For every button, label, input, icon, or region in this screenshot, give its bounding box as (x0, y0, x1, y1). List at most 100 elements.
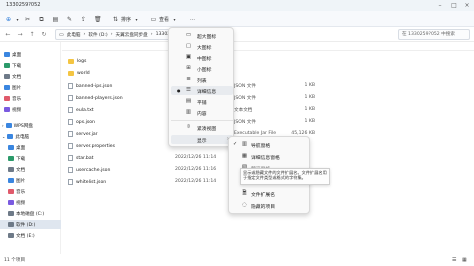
sidebar-item-documents[interactable]: 文档 (4, 72, 65, 81)
drive-icon (8, 233, 14, 238)
navigation-pane-icon: ▥ (241, 141, 248, 147)
up-icon[interactable]: ↑ (28, 31, 36, 39)
list-item[interactable]: eula.txt 文本文档 1 KB (62, 105, 474, 115)
title-bar: 1330259?052 – □ × (0, 0, 474, 11)
sidebar-item-videos-pc[interactable]: 视频 (8, 198, 69, 207)
share-button[interactable]: ⇪ (80, 14, 87, 24)
list-item[interactable]: banned-players.json JSON 文件 1 KB (62, 93, 474, 103)
cloud-icon (5, 123, 12, 128)
sidebar-item-videos[interactable]: 视频 (4, 105, 65, 114)
refresh-icon[interactable]: ↻ (40, 31, 48, 39)
cut-button[interactable]: ✂ (24, 14, 31, 24)
menu-item-list[interactable]: ≡ 列表 (171, 75, 233, 84)
sidebar-item-desktop-pc[interactable]: 桌面 (8, 143, 69, 152)
menu-item-content[interactable]: ▥ 内容 (171, 108, 233, 117)
menu-item-extra-large-icons[interactable]: ▭ 超大图标 (171, 31, 233, 40)
folder-icon (68, 59, 74, 64)
copy-button[interactable]: ⧉ (38, 14, 45, 24)
file-name: eula.txt (76, 107, 94, 113)
close-icon[interactable]: × (461, 1, 473, 10)
chevron-down-icon: ⌄ (2, 134, 6, 139)
file-size: 1 KB (304, 107, 315, 112)
search-placeholder: 在 1330259?052 中搜索 (402, 32, 455, 37)
submenu-item-file-extensions[interactable]: 🗎 文件扩展名 (231, 189, 309, 198)
file-icon (68, 131, 73, 137)
menu-item-details[interactable]: ● ☰ 详细信息 (171, 86, 233, 95)
minimize-icon[interactable]: – (434, 1, 446, 10)
sidebar-item-label: 此电脑 (15, 134, 30, 140)
submenu-item-details-pane[interactable]: ▦ 详细信息窗格 (231, 152, 309, 161)
rename-button[interactable]: ✎ (66, 14, 73, 24)
file-icon (68, 107, 73, 113)
submenu-item-hidden-items[interactable]: ◌ 隐藏的项目 (231, 201, 309, 210)
more-button[interactable]: … (190, 14, 195, 24)
sidebar-item-label: 文档 (E:) (16, 233, 35, 239)
breadcrumb[interactable]: ▭ 此电脑 › 软件 (D:) › 天翼云盘同步盘 › 133025… (55, 29, 185, 40)
file-name: server.properties (76, 143, 116, 149)
file-type: 文本文档 (234, 108, 253, 113)
monitor-icon: ▭ (59, 31, 64, 38)
sidebar-item-desktop[interactable]: 桌面 (4, 50, 65, 59)
sidebar-item-label: 下载 (16, 156, 26, 162)
sidebar-item-downloads-pc[interactable]: 下载 (8, 154, 69, 163)
item-count: 11 个项目 (4, 258, 26, 263)
sidebar-item-downloads[interactable]: 下载 (4, 61, 65, 70)
computer-icon (7, 134, 14, 139)
chevron-down-icon: ▾ (16, 16, 19, 22)
sidebar-item-label: 软件 (D:) (16, 222, 36, 228)
list-item[interactable]: world (62, 69, 474, 79)
delete-button[interactable]: 🗑 (94, 14, 102, 24)
sidebar-item-label: 桌面 (16, 145, 26, 151)
sidebar-item-label: 下载 (12, 63, 22, 69)
sidebar-item-music[interactable]: 音乐 (4, 94, 65, 103)
sort-button[interactable]: ⇅ 排序 ▾ (112, 14, 140, 24)
file-icon (68, 167, 73, 173)
checkmark-icon: ✓ (233, 141, 238, 147)
sidebar-item-this-pc[interactable]: ⌄ 此电脑 (2, 132, 63, 141)
list-item[interactable]: banned-ips.json JSON 文件 1 KB (62, 81, 474, 91)
chevron-right-icon: › (110, 32, 113, 37)
menu-item-tiles[interactable]: ▤ 平铺 (171, 97, 233, 106)
sidebar-item-drive-d[interactable]: 软件 (D:) (0, 220, 61, 229)
view-button[interactable]: ▭ 查看 ▾ (150, 14, 178, 24)
sidebar-item-pictures[interactable]: 图片 (4, 83, 65, 92)
menu-item-large-icons[interactable]: ▢ 大图标 (171, 42, 233, 51)
list-item[interactable]: logs (62, 57, 474, 67)
sidebar-item-label: WPS网盘 (13, 123, 34, 129)
maximize-icon[interactable]: □ (448, 1, 460, 10)
breadcrumb-segment[interactable]: 天翼云盘同步盘 (116, 32, 148, 38)
forward-icon[interactable]: → (16, 31, 24, 39)
list-item[interactable]: ops.json JSON 文件 1 KB (62, 117, 474, 127)
submenu-item-navigation-pane[interactable]: ✓ ▥ 导航窗格 (231, 140, 309, 149)
tiles-view-icon[interactable]: ▦ (462, 257, 467, 263)
breadcrumb-segment[interactable]: 软件 (D:) (88, 32, 107, 38)
file-name: star.bat (76, 155, 94, 161)
search-input[interactable]: 在 1330259?052 中搜索 (398, 29, 470, 40)
sidebar-item-wps-drive[interactable]: › WPS网盘 (2, 121, 63, 130)
sidebar-item-pictures-pc[interactable]: 图片 (8, 176, 69, 185)
file-name: usercache.json (76, 167, 111, 173)
paste-button[interactable]: ▤ (52, 14, 59, 24)
monitor-icon: ▭ (185, 32, 192, 38)
breadcrumb-segment[interactable]: 此电脑 (67, 32, 81, 38)
menu-item-small-icons[interactable]: ⊞ 小图标 (171, 64, 233, 73)
back-icon[interactable]: ← (4, 31, 12, 39)
sidebar-item-label: 文档 (16, 167, 26, 173)
file-icon (68, 179, 73, 185)
menu-item-show[interactable]: 显示 › (171, 135, 233, 144)
rename-icon: ✎ (66, 15, 73, 23)
menu-item-compact-view[interactable]: ⇳ 紧凑视图 (171, 123, 233, 132)
file-icon (68, 95, 73, 101)
file-extension-icon: 🗎 (242, 190, 247, 196)
sidebar-item-music-pc[interactable]: 音乐 (8, 187, 69, 196)
sidebar-item-label: 本地磁盘 (C:) (16, 211, 45, 217)
file-type: JSON 文件 (234, 84, 256, 89)
sidebar-item-drive-e[interactable]: 文档 (E:) (8, 231, 69, 240)
tiles-icon: ▤ (185, 98, 192, 104)
document-icon (4, 74, 10, 79)
new-button[interactable]: ⊕ ▾ (5, 14, 21, 24)
menu-item-medium-icons[interactable]: ▣ 中图标 (171, 53, 233, 62)
sidebar-item-drive-c[interactable]: 本地磁盘 (C:) (8, 209, 69, 218)
sidebar-item-documents-pc[interactable]: 文档 (8, 165, 69, 174)
details-view-icon[interactable]: ☰ (452, 257, 456, 263)
